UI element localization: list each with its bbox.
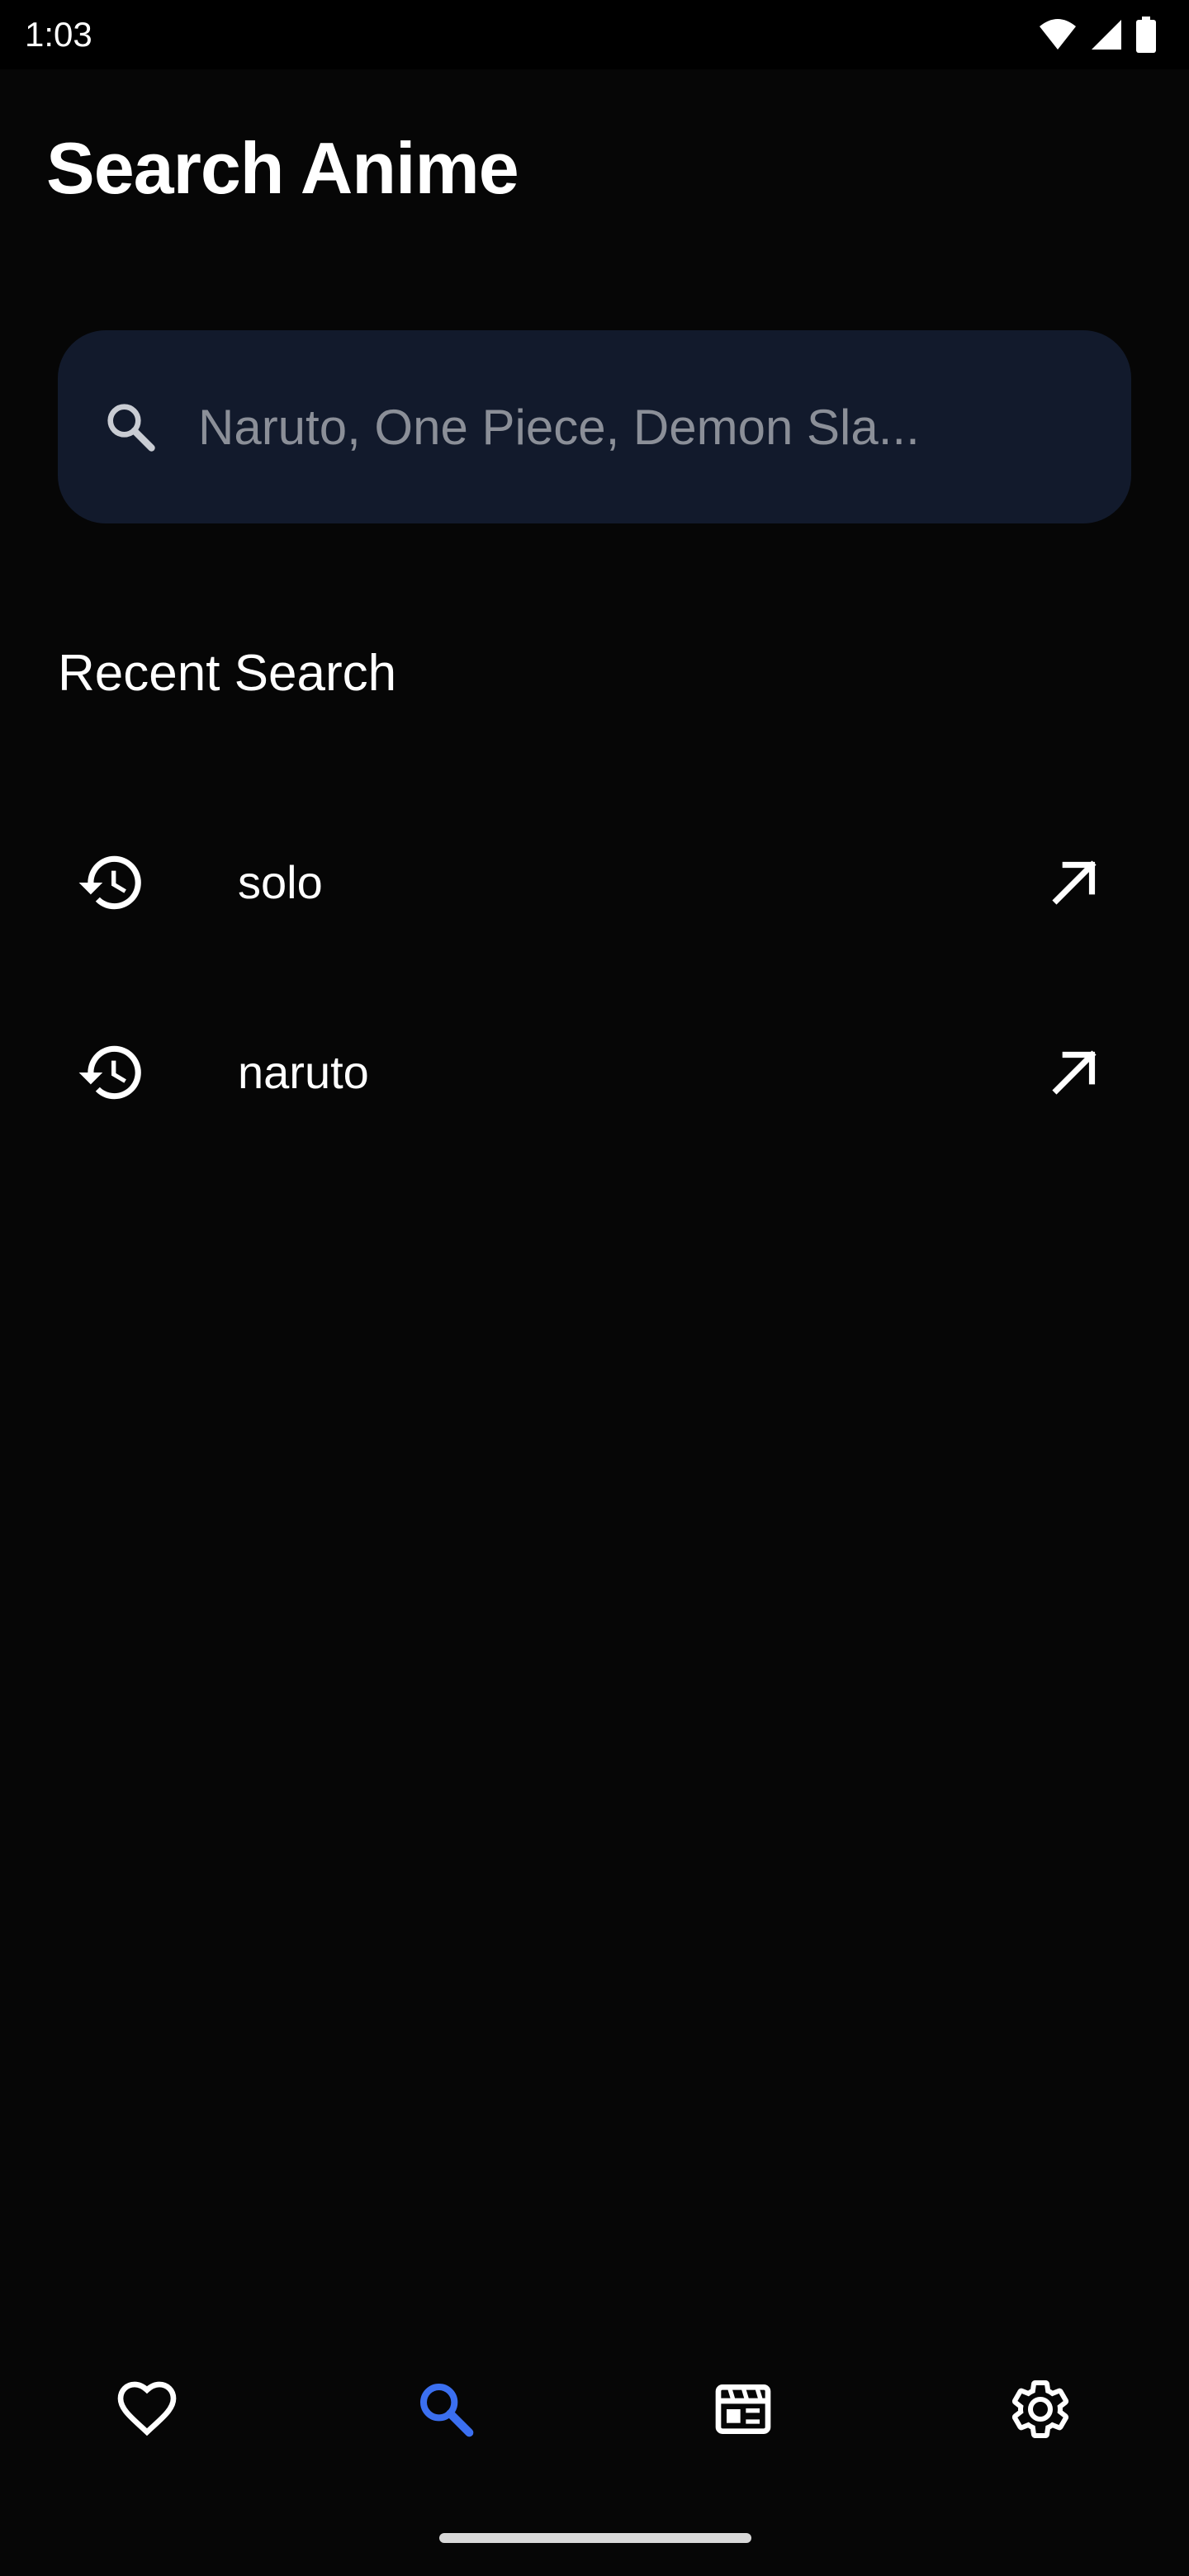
search-bar[interactable]: [58, 330, 1131, 523]
gear-icon: [1007, 2376, 1073, 2446]
home-indicator[interactable]: [439, 2533, 751, 2543]
calendar-icon: [710, 2376, 776, 2446]
status-time: 1:03: [25, 15, 92, 54]
search-icon: [413, 2376, 479, 2446]
arrow-up-right-icon[interactable]: [1039, 847, 1110, 918]
history-icon: [76, 847, 147, 918]
history-icon: [76, 1037, 147, 1108]
nav-settings[interactable]: [1001, 2371, 1080, 2451]
recent-search-item[interactable]: solo: [58, 812, 1131, 953]
status-icons: [1039, 15, 1156, 54]
nav-schedule[interactable]: [703, 2371, 783, 2451]
recent-search-label: naruto: [238, 1046, 369, 1098]
nav-favorites[interactable]: [107, 2371, 187, 2451]
search-anime-screen: 1:03 Search Anime Recent Search: [0, 0, 1189, 2576]
recent-search-label: solo: [238, 856, 323, 908]
recent-search-title: Recent Search: [58, 645, 397, 702]
heart-icon: [114, 2376, 180, 2446]
bottom-navigation: [0, 2353, 1189, 2469]
nav-search[interactable]: [406, 2371, 486, 2451]
recent-search-item[interactable]: naruto: [58, 1002, 1131, 1143]
arrow-up-right-icon[interactable]: [1039, 1037, 1110, 1108]
search-input[interactable]: [142, 381, 1042, 472]
battery-icon: [1136, 17, 1156, 53]
cellular-signal-icon: [1090, 18, 1123, 51]
page-title: Search Anime: [46, 127, 519, 209]
wifi-icon: [1039, 18, 1077, 51]
status-bar: 1:03: [0, 0, 1189, 69]
